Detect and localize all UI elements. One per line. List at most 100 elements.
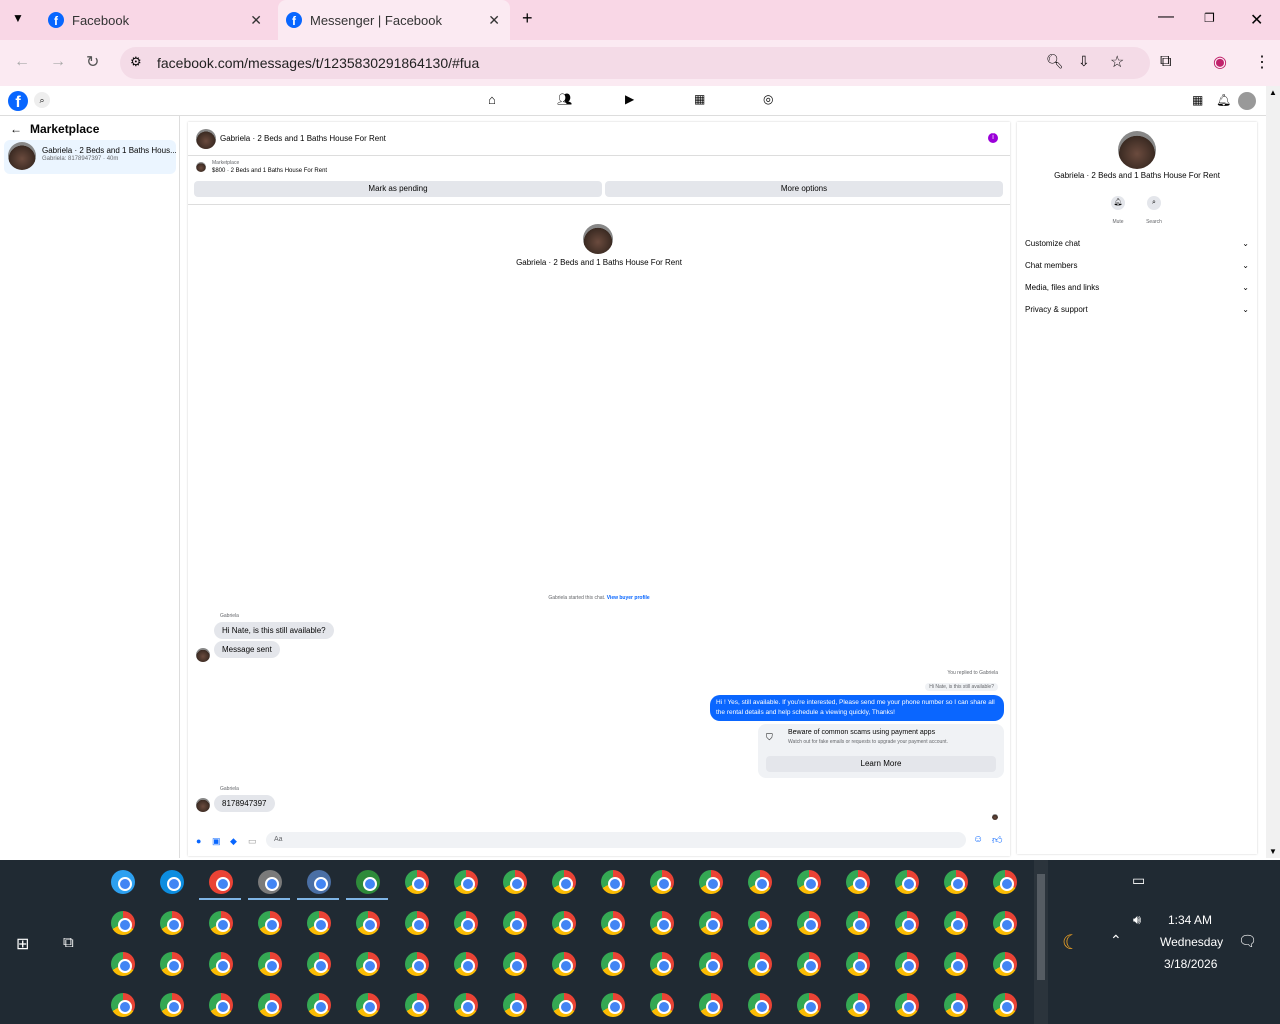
- taskbar-app-icon[interactable]: [601, 870, 625, 894]
- taskbar-app-icon[interactable]: [356, 952, 380, 976]
- taskbar-app-icon[interactable]: [797, 870, 821, 894]
- taskbar-app-icon[interactable]: [405, 911, 429, 935]
- taskbar-app-icon[interactable]: [797, 911, 821, 935]
- taskbar-app-icon[interactable]: [650, 993, 674, 1017]
- taskbar-app-icon[interactable]: [895, 952, 919, 976]
- like-icon[interactable]: 👍︎: [992, 834, 1002, 846]
- taskbar-app-icon[interactable]: [405, 870, 429, 894]
- taskbar-app-icon[interactable]: [650, 952, 674, 976]
- media-files-row[interactable]: Media, files and links ⌄: [1025, 283, 1249, 292]
- taskbar-app-icon[interactable]: [552, 870, 576, 894]
- taskbar-app-icon[interactable]: [552, 993, 576, 1017]
- taskbar-app-icon[interactable]: [111, 952, 135, 976]
- site-info-icon[interactable]: ⚙: [130, 54, 142, 70]
- taskbar-app-icon[interactable]: [160, 952, 184, 976]
- more-options-button[interactable]: More options: [605, 181, 1003, 197]
- info-icon[interactable]: i: [988, 133, 998, 143]
- home-icon[interactable]: ⌂: [488, 92, 496, 107]
- taskbar-app-icon[interactable]: [601, 952, 625, 976]
- taskbar-app-icon[interactable]: [797, 993, 821, 1017]
- reload-icon[interactable]: ↻: [86, 52, 99, 72]
- clock-day[interactable]: Wednesday: [1160, 935, 1223, 949]
- taskbar-app-icon[interactable]: [650, 911, 674, 935]
- taskbar-app-icon[interactable]: [699, 911, 723, 935]
- clock-time[interactable]: 1:34 AM: [1168, 913, 1212, 927]
- taskbar-app-icon[interactable]: [993, 911, 1017, 935]
- taskbar-app-icon[interactable]: [699, 952, 723, 976]
- taskbar-app-icon[interactable]: [503, 993, 527, 1017]
- taskbar-app-icon[interactable]: [895, 993, 919, 1017]
- install-icon[interactable]: ⇩: [1078, 53, 1090, 70]
- taskbar-app-icon[interactable]: [454, 993, 478, 1017]
- profile-icon[interactable]: ◉: [1213, 52, 1227, 72]
- menu-icon[interactable]: ⋮: [1254, 52, 1270, 72]
- bookmark-star-icon[interactable]: ☆: [1110, 52, 1124, 72]
- taskbar-app-icon[interactable]: [160, 911, 184, 935]
- video-icon[interactable]: ▶: [625, 92, 634, 106]
- taskbar-app-icon[interactable]: [111, 870, 135, 894]
- friends-icon[interactable]: 👥︎: [557, 92, 572, 106]
- taskbar-app-icon[interactable]: [944, 870, 968, 894]
- taskbar-app-icon[interactable]: [650, 870, 674, 894]
- listing-thumbnail[interactable]: [196, 162, 206, 172]
- extensions-icon[interactable]: ⧉: [1160, 53, 1171, 71]
- taskbar-app-icon[interactable]: [846, 993, 870, 1017]
- zoom-icon[interactable]: 🔍︎: [1046, 53, 1064, 70]
- taskbar-app-icon[interactable]: [209, 952, 233, 976]
- page-scrollbar[interactable]: ▲ ▼: [1266, 86, 1280, 858]
- incoming-message[interactable]: 8178947397: [214, 795, 275, 812]
- taskbar-app-icon[interactable]: [356, 993, 380, 1017]
- taskbar-app-icon[interactable]: [356, 870, 380, 894]
- account-avatar[interactable]: [1238, 92, 1256, 110]
- conversation-item[interactable]: Gabriela · 2 Beds and 1 Baths Hous... Ga…: [4, 140, 177, 174]
- learn-more-button[interactable]: Learn More: [766, 756, 996, 772]
- close-tab-icon[interactable]: ✕: [488, 12, 500, 29]
- taskbar-app-icon[interactable]: [846, 911, 870, 935]
- taskbar-app-icon[interactable]: [944, 911, 968, 935]
- marketplace-icon[interactable]: ▦: [694, 92, 705, 106]
- privacy-support-row[interactable]: Privacy & support ⌄: [1025, 305, 1249, 314]
- task-view-icon[interactable]: ⧉: [63, 934, 74, 951]
- back-arrow-icon[interactable]: ←: [10, 122, 22, 136]
- taskbar-app-icon[interactable]: [552, 952, 576, 976]
- taskbar-app-icon[interactable]: [503, 911, 527, 935]
- taskbar-app-icon[interactable]: [258, 911, 282, 935]
- taskbar-app-icon[interactable]: [993, 870, 1017, 894]
- search-button[interactable]: ⌕ Search: [1143, 196, 1165, 228]
- taskbar-app-icon[interactable]: [405, 952, 429, 976]
- url-text[interactable]: facebook.com/messages/t/1235830291864130…: [157, 55, 479, 71]
- view-buyer-profile-link[interactable]: View buyer profile: [607, 595, 650, 601]
- taskbar-app-icon[interactable]: [993, 993, 1017, 1017]
- taskbar-app-icon[interactable]: [748, 993, 772, 1017]
- scroll-down-icon[interactable]: ▼: [1269, 847, 1277, 856]
- tab-messenger[interactable]: f Messenger | Facebook ✕: [278, 0, 510, 40]
- taskbar-app-icon[interactable]: [944, 993, 968, 1017]
- mute-button[interactable]: 🔔︎ Mute: [1109, 196, 1127, 228]
- taskbar-app-icon[interactable]: [160, 870, 184, 894]
- taskbar-app-icon[interactable]: [307, 870, 331, 894]
- tab-list-chevron-icon[interactable]: ▼: [12, 11, 24, 25]
- taskbar-app-icon[interactable]: [307, 993, 331, 1017]
- taskbar-app-icon[interactable]: [258, 952, 282, 976]
- message-input[interactable]: Aa: [266, 832, 966, 848]
- outgoing-message[interactable]: Hi ! Yes, still available. If you're int…: [710, 695, 1004, 721]
- taskbar-app-icon[interactable]: [748, 870, 772, 894]
- taskbar-app-icon[interactable]: [846, 870, 870, 894]
- avatar[interactable]: [583, 224, 613, 254]
- facebook-logo-icon[interactable]: f: [8, 91, 28, 111]
- customize-chat-row[interactable]: Customize chat ⌄: [1025, 239, 1249, 248]
- taskbar-app-icon[interactable]: [209, 911, 233, 935]
- forward-icon[interactable]: →: [50, 53, 66, 71]
- clock-date[interactable]: 3/18/2026: [1164, 957, 1217, 971]
- listing-detail[interactable]: $800 · 2 Beds and 1 Baths House For Rent: [212, 168, 327, 174]
- taskbar-app-icon[interactable]: [601, 911, 625, 935]
- monitor-icon[interactable]: ▭: [1132, 872, 1145, 889]
- taskbar-app-icon[interactable]: [160, 993, 184, 1017]
- gif-icon[interactable]: ▭: [248, 836, 257, 847]
- taskbar-app-icon[interactable]: [454, 870, 478, 894]
- scroll-up-icon[interactable]: ▲: [1269, 88, 1277, 97]
- taskbar-app-icon[interactable]: [895, 911, 919, 935]
- show-hidden-icons-icon[interactable]: ⌃: [1110, 932, 1122, 949]
- gallery-icon[interactable]: ▣: [212, 836, 221, 847]
- taskbar-app-icon[interactable]: [503, 870, 527, 894]
